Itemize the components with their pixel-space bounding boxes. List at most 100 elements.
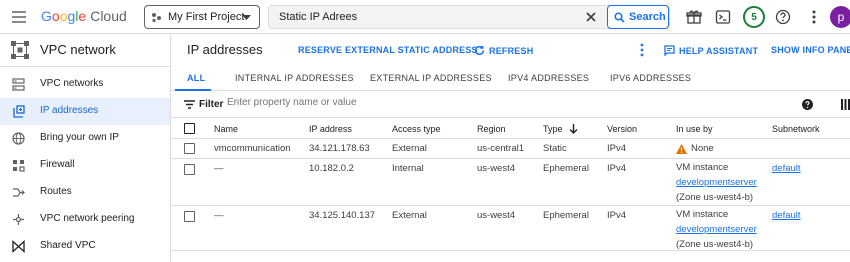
menu-icon[interactable] bbox=[11, 9, 27, 25]
select-all-checkbox[interactable] bbox=[184, 123, 195, 134]
sidebar-item-firewall[interactable]: Firewall bbox=[0, 152, 170, 179]
cell-ip-address: 34.121.178.63 bbox=[309, 143, 370, 154]
cell-in-use-by: VM instance developmentserver (Zone us-w… bbox=[676, 207, 757, 252]
subnetwork-link[interactable]: default bbox=[772, 163, 801, 174]
refresh-button[interactable]: REFRESH bbox=[474, 45, 533, 56]
cell-version: IPv4 bbox=[607, 163, 627, 174]
table-header: Name IP address Access type Region Type … bbox=[171, 118, 850, 139]
in-use-resource-type: VM instance bbox=[676, 209, 729, 220]
row-checkbox[interactable] bbox=[184, 164, 195, 175]
column-header-subnetwork[interactable]: Subnetwork bbox=[772, 124, 820, 134]
row-checkbox[interactable] bbox=[184, 143, 195, 154]
refresh-icon bbox=[475, 45, 485, 55]
shared-vpc-icon bbox=[12, 240, 25, 253]
sort-arrow-down-icon bbox=[569, 124, 578, 134]
in-use-instance-link[interactable]: developmentserver bbox=[676, 175, 757, 190]
help-icon[interactable] bbox=[775, 9, 791, 25]
gift-icon[interactable] bbox=[686, 9, 702, 25]
cell-name: — bbox=[214, 163, 224, 174]
sidebar-header: VPC network bbox=[0, 34, 170, 67]
cloud-shell-icon[interactable] bbox=[715, 9, 731, 25]
avatar-letter: p bbox=[837, 10, 845, 24]
logo-letter: o bbox=[51, 8, 60, 24]
sidebar-item-routes[interactable]: Routes bbox=[0, 179, 170, 206]
notifications-badge[interactable]: 5 bbox=[743, 6, 765, 28]
sidebar-item-label: Firewall bbox=[40, 159, 75, 170]
show-info-panel-button[interactable]: SHOW INFO PANEL bbox=[771, 45, 850, 55]
column-header-type[interactable]: Type bbox=[543, 124, 578, 134]
filter-label: Filter bbox=[199, 99, 224, 110]
reserve-static-address-button[interactable]: RESERVE EXTERNAL STATIC ADDRESS bbox=[298, 45, 478, 55]
google-cloud-logo[interactable]: Google Cloud bbox=[41, 8, 127, 24]
tab-internal-ip[interactable]: INTERNAL IP ADDRESSES bbox=[235, 73, 354, 83]
column-header-version[interactable]: Version bbox=[607, 124, 637, 134]
column-header-type-label: Type bbox=[543, 124, 563, 134]
more-vert-icon[interactable] bbox=[639, 43, 645, 57]
filter-icon bbox=[184, 100, 195, 109]
column-header-name[interactable]: Name bbox=[214, 124, 238, 134]
logo-letter: e bbox=[78, 8, 87, 24]
search-button-label: Search bbox=[629, 11, 666, 23]
tab-ipv4[interactable]: IPV4 ADDRESSES bbox=[508, 73, 589, 83]
tab-external-ip[interactable]: EXTERNAL IP ADDRESSES bbox=[370, 73, 492, 83]
project-selector[interactable]: My First Project bbox=[144, 5, 260, 29]
cell-in-use-by: None bbox=[676, 143, 714, 154]
logo-letter: G bbox=[41, 8, 52, 24]
tab-ipv6[interactable]: IPV6 ADDRESSES bbox=[610, 73, 691, 83]
search-bar: Search bbox=[268, 5, 670, 29]
filter-input[interactable] bbox=[227, 97, 477, 108]
sidebar-title: VPC network bbox=[40, 42, 116, 57]
peering-icon bbox=[13, 214, 24, 225]
routes-icon bbox=[13, 188, 25, 197]
cell-name: vmcommunication bbox=[214, 143, 291, 154]
logo-cloud-text: Cloud bbox=[90, 8, 127, 24]
refresh-label: REFRESH bbox=[489, 45, 534, 56]
help-assistant-label: HELP ASSISTANT bbox=[679, 45, 759, 56]
column-header-in-use-by[interactable]: In use by bbox=[676, 124, 713, 134]
table-row: vmcommunication 34.121.178.63 External u… bbox=[171, 139, 850, 159]
cell-version: IPv4 bbox=[607, 143, 627, 154]
column-header-region[interactable]: Region bbox=[477, 124, 506, 134]
sidebar-item-label: VPC network peering bbox=[40, 213, 135, 224]
search-input[interactable] bbox=[269, 11, 569, 23]
sidebar-item-ip-addresses[interactable]: IP addresses bbox=[0, 98, 170, 125]
sidebar-item-vpc-networks[interactable]: VPC networks bbox=[0, 71, 170, 98]
cell-ip-address: 34.125.140.137 bbox=[309, 210, 376, 221]
in-use-status: None bbox=[691, 143, 714, 154]
column-display-icon[interactable] bbox=[841, 99, 850, 110]
row-checkbox[interactable] bbox=[184, 211, 195, 222]
sidebar-item-label: Routes bbox=[40, 186, 72, 197]
subnetwork-link[interactable]: default bbox=[772, 210, 801, 221]
in-use-instance-link[interactable]: developmentserver bbox=[676, 222, 757, 237]
column-header-ip-address[interactable]: IP address bbox=[309, 124, 352, 134]
project-name: My First Project bbox=[168, 11, 245, 23]
top-bar: GoogleCloud My First Project Search 5 p bbox=[0, 0, 850, 34]
page-title: IP addresses bbox=[187, 42, 263, 57]
ip-addresses-icon bbox=[13, 105, 25, 118]
in-use-zone: (Zone us-west4-b) bbox=[676, 239, 754, 250]
cell-ip-address: 10.182.0.2 bbox=[309, 163, 354, 174]
sidebar-item-shared-vpc[interactable]: Shared VPC bbox=[0, 233, 170, 260]
sidebar-item-vpc-peering[interactable]: VPC network peering bbox=[0, 206, 170, 233]
cell-region: us-west4 bbox=[477, 163, 516, 174]
cell-region: us-west4 bbox=[477, 210, 516, 221]
notifications-count: 5 bbox=[751, 11, 757, 23]
column-header-access-type[interactable]: Access type bbox=[392, 124, 441, 134]
sidebar-item-byoip[interactable]: Bring your own IP bbox=[0, 125, 170, 152]
table-row: — 34.125.140.137 External us-west4 Ephem… bbox=[171, 206, 850, 251]
firewall-icon bbox=[13, 160, 25, 172]
more-vert-icon[interactable] bbox=[806, 9, 822, 25]
avatar[interactable]: p bbox=[830, 6, 850, 28]
cell-type: Ephemeral bbox=[543, 210, 589, 221]
sidebar-item-label: VPC networks bbox=[40, 78, 104, 89]
close-icon[interactable] bbox=[585, 11, 597, 23]
help-assistant-button[interactable]: HELP ASSISTANT bbox=[664, 45, 758, 56]
search-icon bbox=[614, 11, 625, 23]
sidebar: VPC network VPC networks IP addresses Br… bbox=[0, 34, 171, 262]
cell-type: Ephemeral bbox=[543, 163, 589, 174]
in-use-zone: (Zone us-west4-b) bbox=[676, 192, 754, 203]
help-circle-icon[interactable] bbox=[802, 99, 813, 110]
tab-label: ALL bbox=[187, 73, 206, 83]
search-button[interactable]: Search bbox=[607, 5, 669, 29]
tab-bar: ALL INTERNAL IP ADDRESSES EXTERNAL IP AD… bbox=[171, 68, 850, 91]
